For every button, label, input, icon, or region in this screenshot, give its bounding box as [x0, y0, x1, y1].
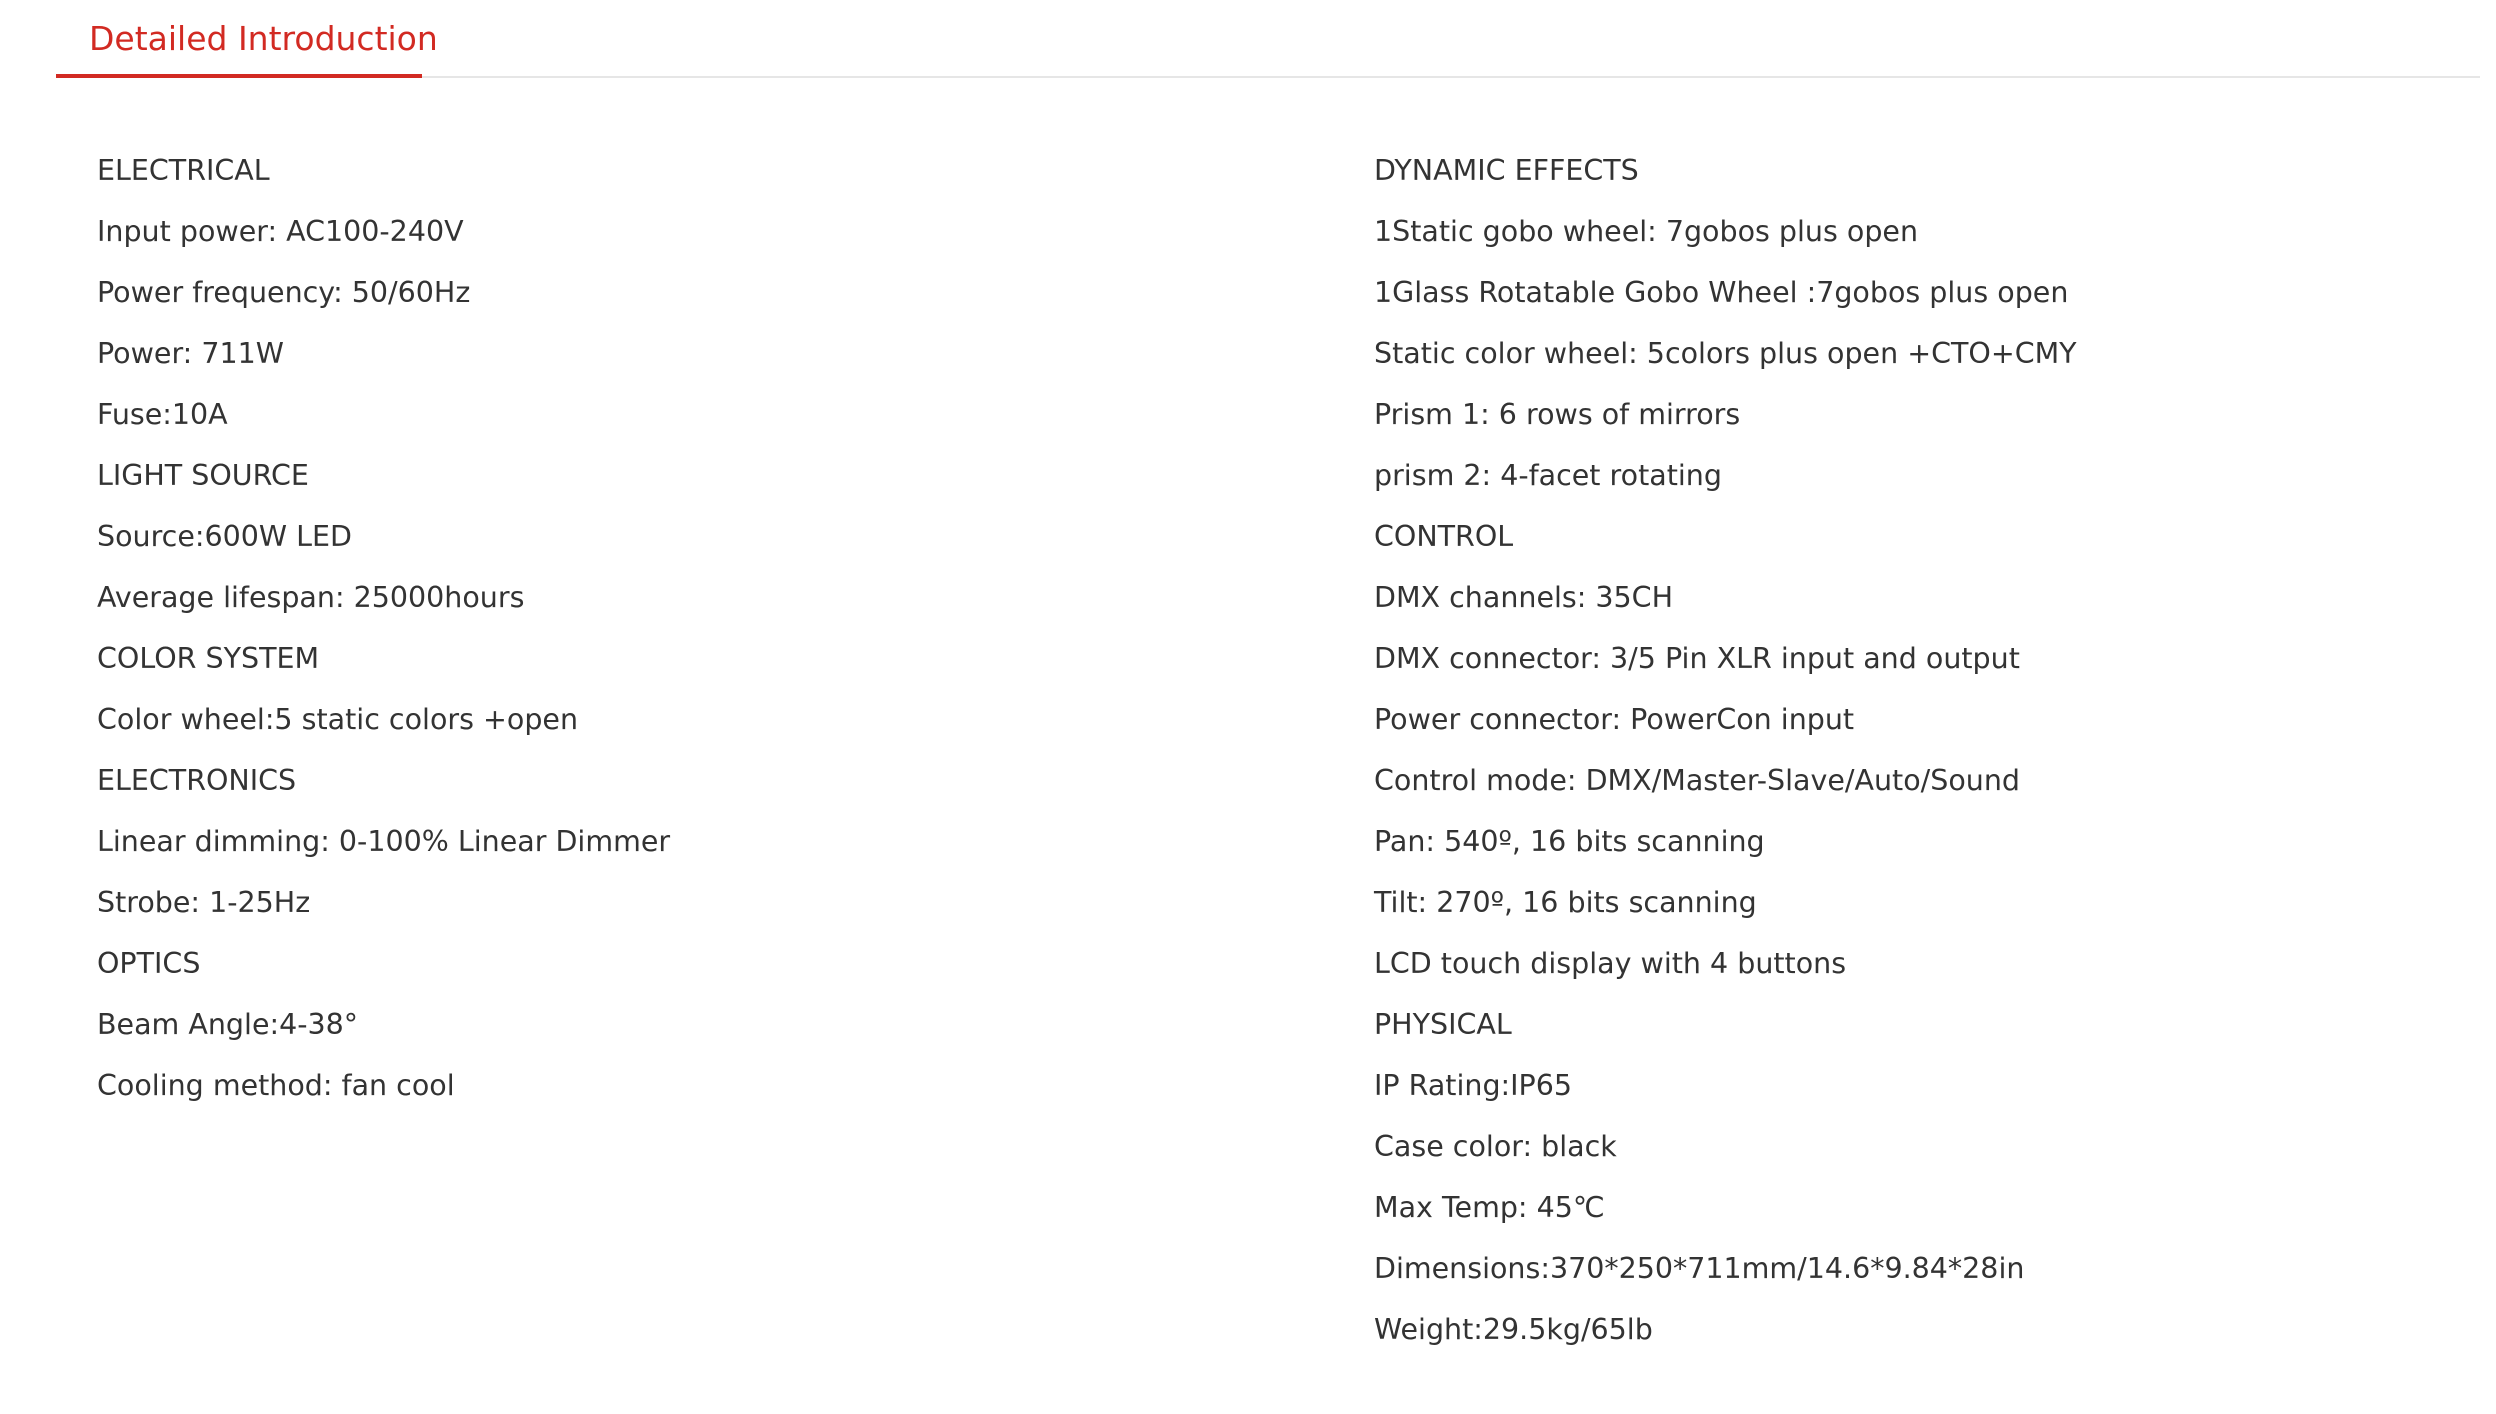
spec-strobe: Strobe: 1-25Hz — [97, 886, 311, 919]
spec-fuse: Fuse:10A — [97, 398, 228, 431]
tab-detailed-introduction[interactable]: Detailed Introduction — [56, 0, 438, 78]
section-heading-optics: OPTICS — [97, 947, 201, 980]
spec-ip-rating: IP Rating:IP65 — [1374, 1069, 1572, 1102]
section-heading-light-source: LIGHT SOURCE — [97, 459, 309, 492]
spec-glass-gobo-wheel: 1Glass Rotatable Gobo Wheel :7gobos plus… — [1374, 276, 2069, 309]
spec-input-power: Input power: AC100-240V — [97, 215, 464, 248]
section-heading-electronics: ELECTRONICS — [97, 764, 297, 797]
spec-dmx-channels: DMX channels: 35CH — [1374, 581, 1673, 614]
tab-bar: Detailed Introduction — [56, 0, 2480, 78]
section-heading-color-system: COLOR SYSTEM — [97, 642, 320, 675]
spec-column-left: ELECTRICAL Input power: AC100-240V Power… — [97, 148, 670, 1124]
spec-static-color-wheel: Static color wheel: 5colors plus open +C… — [1374, 337, 2077, 370]
section-heading-control: CONTROL — [1374, 520, 1514, 553]
section-heading-electrical: ELECTRICAL — [97, 154, 270, 187]
spec-weight: Weight:29.5kg/65lb — [1374, 1313, 1653, 1346]
spec-dimensions: Dimensions:370*250*711mm/14.6*9.84*28in — [1374, 1252, 2025, 1285]
spec-case-color: Case color: black — [1374, 1130, 1617, 1163]
spec-source: Source:600W LED — [97, 520, 352, 553]
spec-average-lifespan: Average lifespan: 25000hours — [97, 581, 525, 614]
section-heading-physical: PHYSICAL — [1374, 1008, 1512, 1041]
section-heading-dynamic-effects: DYNAMIC EFFECTS — [1374, 154, 1639, 187]
tab-label: Detailed Introduction — [89, 19, 438, 58]
spec-prism-2: prism 2: 4-facet rotating — [1374, 459, 1722, 492]
spec-lcd-display: LCD touch display with 4 buttons — [1374, 947, 1847, 980]
spec-pan: Pan: 540º, 16 bits scanning — [1374, 825, 1765, 858]
spec-power: Power: 711W — [97, 337, 284, 370]
spec-dmx-connector: DMX connector: 3/5 Pin XLR input and out… — [1374, 642, 2020, 675]
spec-control-mode: Control mode: DMX/Master-Slave/Auto/Soun… — [1374, 764, 2021, 797]
spec-linear-dimming: Linear dimming: 0-100% Linear Dimmer — [97, 825, 671, 858]
spec-tilt: Tilt: 270º, 16 bits scanning — [1374, 886, 1757, 919]
spec-beam-angle: Beam Angle:4-38° — [97, 1008, 359, 1041]
spec-cooling-method: Cooling method: fan cool — [97, 1069, 455, 1102]
spec-power-connector: Power connector: PowerCon input — [1374, 703, 1855, 736]
spec-column-right: DYNAMIC EFFECTS 1Static gobo wheel: 7gob… — [1374, 148, 2077, 1368]
spec-power-frequency: Power frequency: 50/60Hz — [97, 276, 471, 309]
spec-prism-1: Prism 1: 6 rows of mirrors — [1374, 398, 1741, 431]
spec-static-gobo-wheel: 1Static gobo wheel: 7gobos plus open — [1374, 215, 1919, 248]
spec-max-temp: Max Temp: 45℃ — [1374, 1191, 1605, 1224]
spec-color-wheel: Color wheel:5 static colors +open — [97, 703, 579, 736]
